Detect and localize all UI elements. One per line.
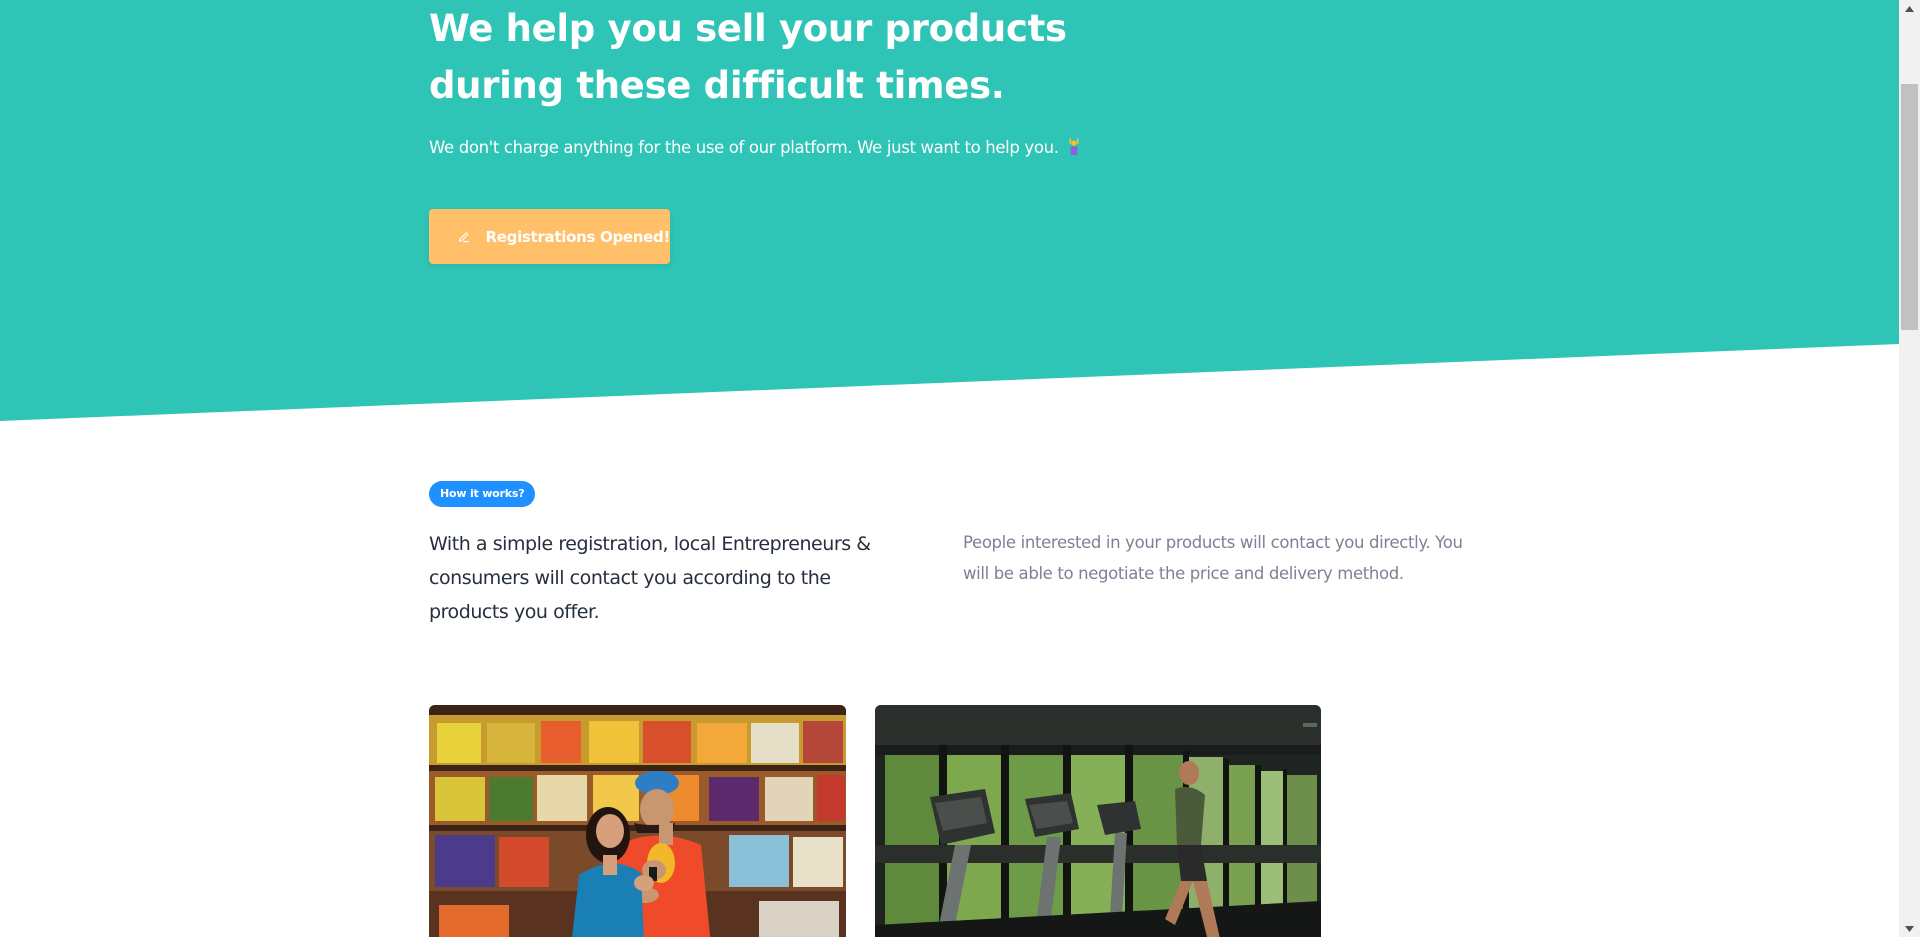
registrations-opened-label: Registrations Opened! (485, 227, 671, 246)
scroll-up-arrow-icon[interactable] (1899, 0, 1920, 17)
pencil-icon (458, 231, 469, 242)
gym-treadmill-card (875, 705, 1321, 937)
person-raising-hands-icon (1069, 138, 1078, 155)
hero-subtitle-text: We don't charge anything for the use of … (429, 138, 1059, 157)
grocery-store-photo (429, 705, 846, 937)
gym-treadmill-photo (875, 705, 1321, 937)
grocery-store-card (429, 705, 846, 937)
vertical-scrollbar[interactable] (1899, 0, 1920, 937)
registrations-opened-button[interactable]: Registrations Opened! (429, 209, 670, 264)
scroll-down-arrow-icon[interactable] (1899, 920, 1920, 937)
hero-title: We help you sell your products during th… (429, 0, 1069, 114)
how-it-works-description: People interested in your products will … (963, 533, 1463, 583)
hero-title-line-2: during these difficult times. (429, 64, 1005, 107)
hero-title-line-1: We help you sell your products (429, 7, 1067, 50)
hero-subtitle: We don't charge anything for the use of … (429, 136, 1079, 160)
how-it-works-badge: How it works? (429, 481, 536, 507)
scrollbar-thumb[interactable] (1901, 84, 1918, 330)
page: We help you sell your products during th… (0, 0, 1899, 937)
how-it-works-lead: With a simple registration, local Entrep… (429, 533, 871, 623)
